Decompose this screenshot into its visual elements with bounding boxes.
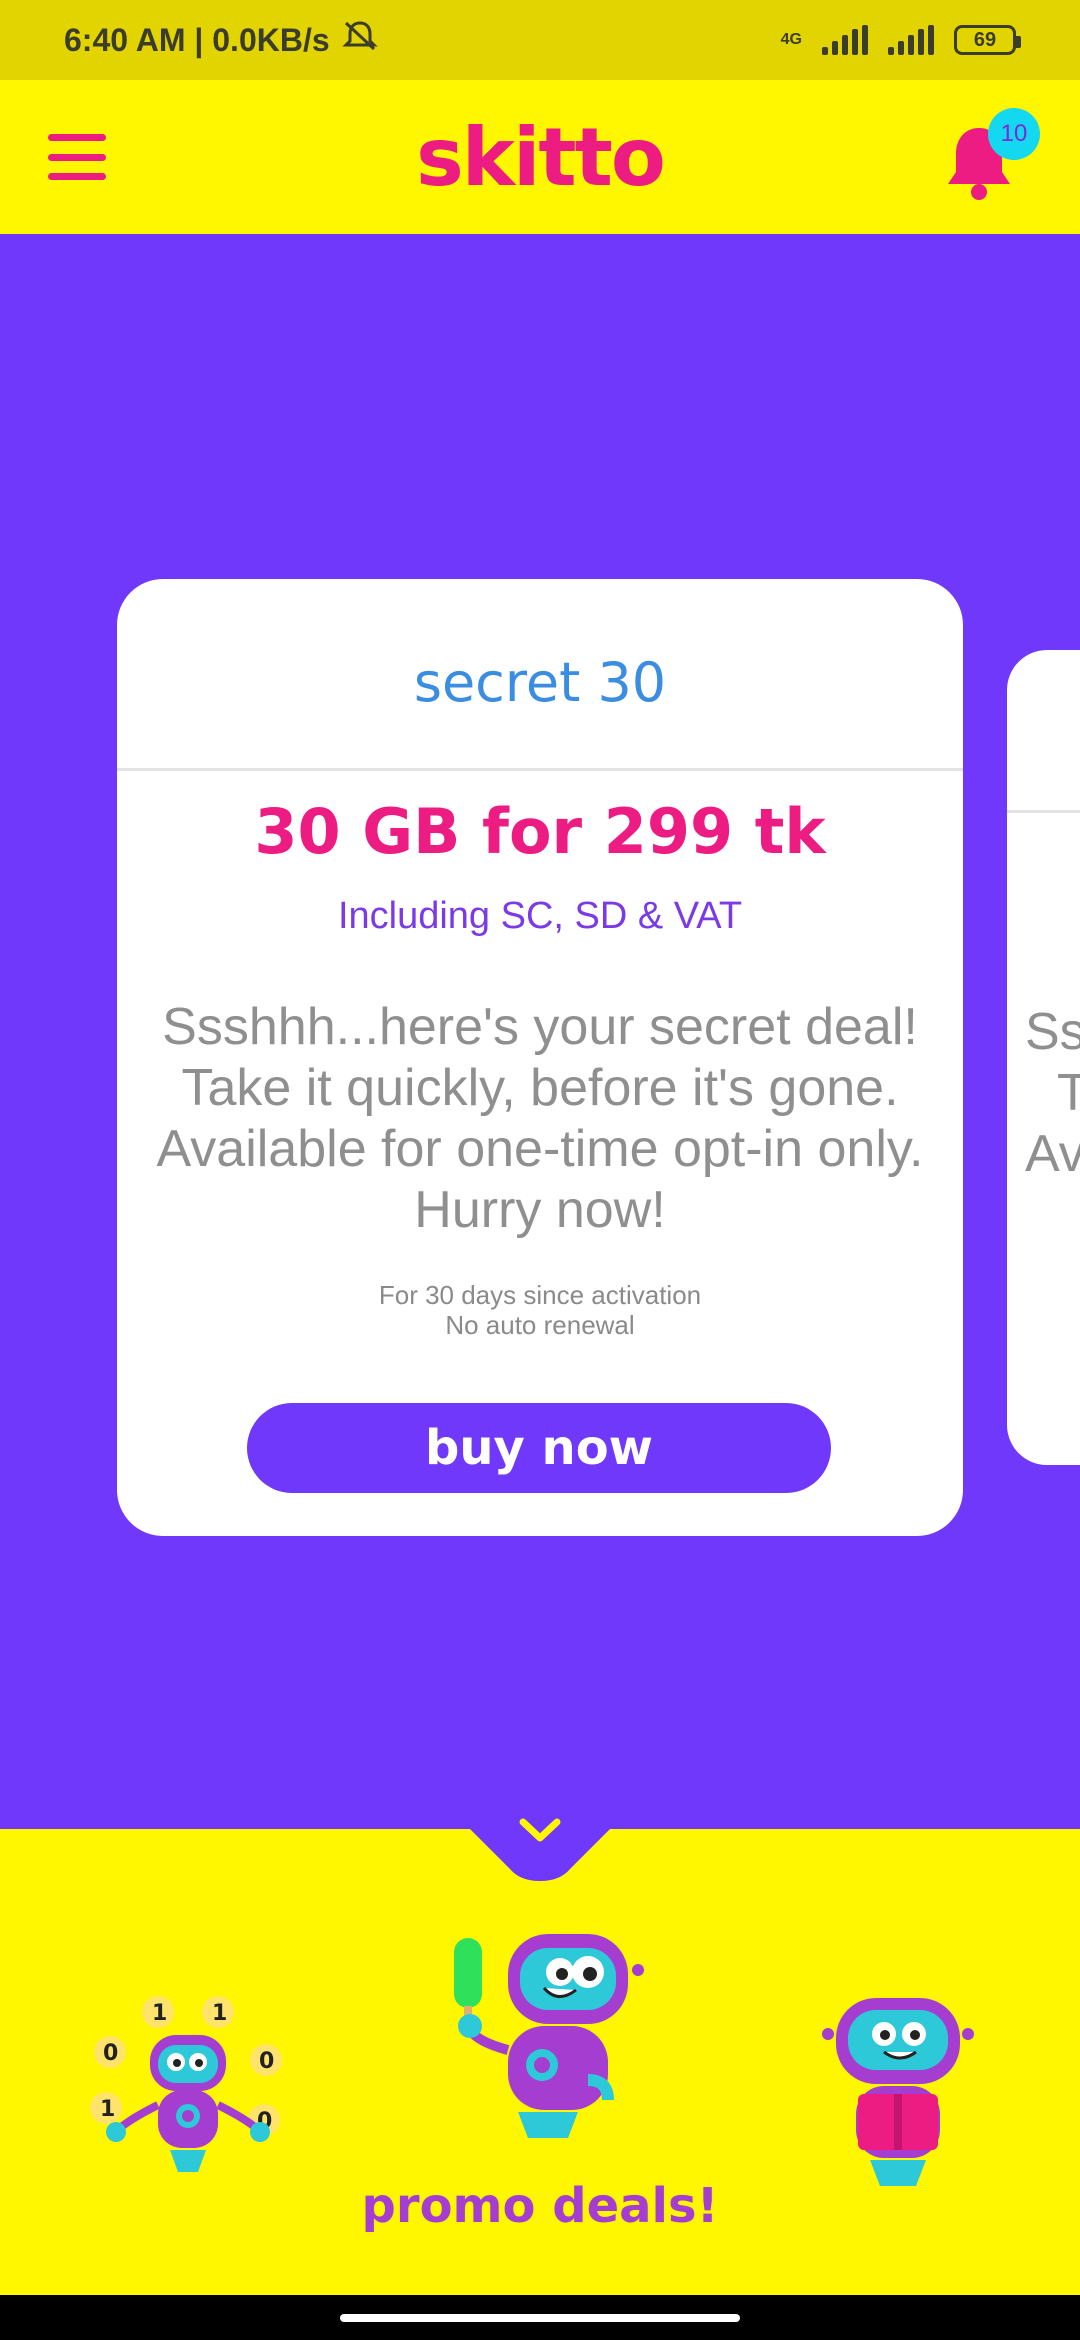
signal-icon	[888, 25, 934, 55]
card-divider	[1007, 810, 1080, 813]
system-nav-bar	[0, 2295, 1080, 2340]
svg-text:0: 0	[259, 2049, 274, 2074]
chevron-down-icon[interactable]	[519, 1818, 561, 1844]
next-offer-card[interactable]: Ss T Ava	[1007, 650, 1080, 1465]
network-type: 4G	[780, 31, 802, 48]
peek-line: Ss	[1025, 1003, 1080, 1061]
peek-line: Ava	[1025, 1125, 1080, 1183]
status-right: 4G 69	[780, 25, 1021, 55]
offer-card: secret 30 30 GB for 299 tk Including SC,…	[117, 579, 963, 1536]
notifications-button[interactable]: 10	[944, 108, 1040, 202]
description-line: Ssshhh...here's your secret deal!	[162, 998, 918, 1056]
peek-line: T	[1057, 1064, 1080, 1122]
peek-description: Ss T Ava	[1025, 1002, 1080, 1185]
card-divider	[117, 768, 963, 771]
robot-popsicle-icon	[454, 1934, 644, 2138]
svg-text:0: 0	[103, 2041, 118, 2066]
status-time: 6:40 AM | 0.0KB/s	[64, 21, 330, 58]
skitto-logo: skitto	[416, 110, 666, 204]
svg-text:1: 1	[212, 2001, 227, 2026]
svg-text:1: 1	[100, 2097, 115, 2122]
description-line: Hurry now!	[414, 1181, 666, 1239]
description-line: Take it quickly, before it's gone.	[181, 1059, 899, 1117]
terms-line: For 30 days since activation	[378, 1280, 702, 1310]
mute-notifications-icon	[342, 19, 378, 61]
battery-level: 69	[973, 28, 997, 51]
home-indicator[interactable]	[340, 2314, 740, 2322]
offer-title: secret 30	[413, 651, 667, 714]
robot-juggler-icon: 1 1 0 0 1 0	[90, 1996, 282, 2172]
description-line: Available for one-time opt-in only.	[156, 1120, 924, 1178]
offer-description: Ssshhh...here's your secret deal! Take i…	[127, 997, 953, 1241]
tax-note: Including SC, SD & VAT	[337, 895, 743, 937]
robot-gift-icon	[822, 1998, 974, 2186]
hamburger-menu-icon[interactable]	[48, 134, 106, 180]
status-left: 6:40 AM | 0.0KB/s	[64, 19, 378, 61]
promo-deals-label[interactable]: promo deals!	[0, 2178, 1080, 2234]
signal-icon	[822, 25, 868, 55]
notification-count-badge: 10	[988, 108, 1040, 160]
offer-price: 30 GB for 299 tk	[254, 795, 826, 868]
status-bar: 6:40 AM | 0.0KB/s 4G 69	[0, 0, 1080, 80]
terms-line: No auto renewal	[445, 1310, 635, 1340]
battery-icon: 69	[954, 25, 1021, 55]
app-header: skitto 10	[0, 80, 1080, 234]
svg-text:1: 1	[152, 2001, 167, 2026]
offer-terms: For 30 days since activation No auto ren…	[117, 1280, 963, 1340]
buy-now-button[interactable]: buy now	[247, 1403, 831, 1493]
